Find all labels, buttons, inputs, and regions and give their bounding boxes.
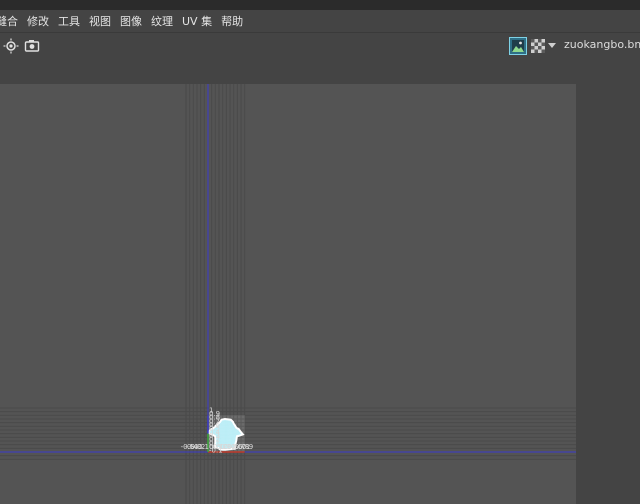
checker-icon[interactable]	[530, 38, 546, 54]
menu-tools[interactable]: 工具	[58, 13, 80, 29]
uv-axes	[0, 84, 576, 453]
uv-editor-viewport[interactable]: 1 0.9 0.8 0.7 0.6 0.5 0.4 0.3 0.2 0.1 0 …	[0, 84, 576, 504]
menu-stitch[interactable]: 缝合	[0, 13, 18, 29]
menu-bar: 缝合 修改 工具 视图 图像 纹理 UV 集 帮助	[0, 10, 640, 32]
menu-uv-sets[interactable]: UV 集	[182, 13, 212, 29]
menu-modify[interactable]: 修改	[27, 13, 49, 29]
menu-texture[interactable]: 纹理	[151, 13, 173, 29]
camera-icon[interactable]	[24, 38, 40, 54]
toolbar	[0, 32, 640, 59]
x-axis-label: -0.1	[195, 443, 209, 451]
window-top-strip	[0, 0, 640, 10]
right-side-panel	[576, 58, 640, 504]
texture-name-label: zuokangbo.bmp	[564, 38, 640, 51]
viewport-header-gap	[0, 58, 576, 84]
dropdown-arrow-icon[interactable]	[548, 43, 556, 49]
uv-canvas[interactable]: 1 0.9 0.8 0.7 0.6 0.5 0.4 0.3 0.2 0.1 0 …	[0, 84, 576, 504]
texture-image-icon[interactable]	[509, 37, 527, 55]
menu-help[interactable]: 帮助	[221, 13, 243, 29]
x-axis-label: 1	[246, 443, 250, 451]
menu-view[interactable]: 视图	[89, 13, 111, 29]
uv-grid	[0, 84, 576, 504]
menu-image[interactable]: 图像	[120, 13, 142, 29]
sun-icon[interactable]	[3, 38, 19, 54]
